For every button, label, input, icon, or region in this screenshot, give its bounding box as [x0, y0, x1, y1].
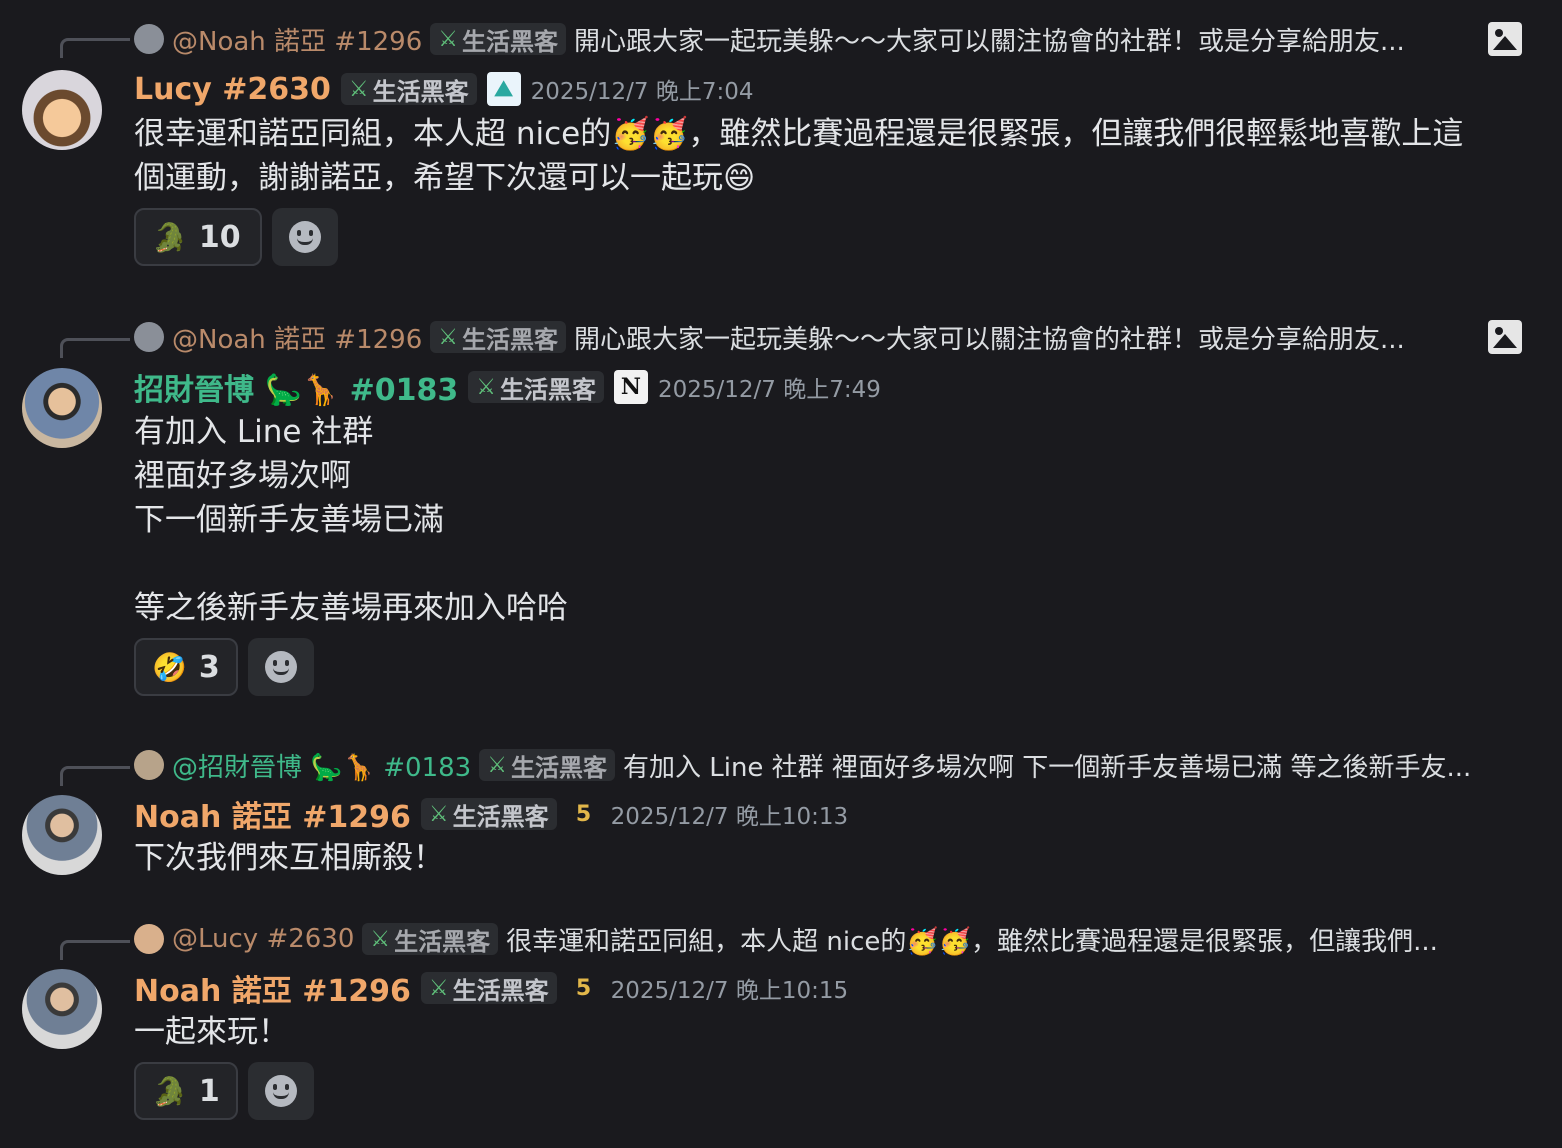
reaction-count: 10 — [198, 219, 241, 255]
wizard-badge-icon: 5 — [575, 975, 592, 1001]
author-name[interactable]: Noah 諾亞 #1296 — [134, 792, 411, 836]
reply-author[interactable]: @Noah 諾亞 #1296 — [172, 320, 422, 355]
reply-text[interactable]: 很幸運和諾亞同組，本人超 nice的🥳🥳，雖然比賽過程還是很緊張，但讓我們... — [506, 922, 1522, 957]
reply-role-tag: ⚔ 生活黑客 — [430, 321, 566, 354]
sword-icon: ⚔ — [438, 324, 458, 350]
avatar[interactable] — [22, 969, 102, 1049]
reply-text[interactable]: 開心跟大家一起玩美躲～～大家可以關注協會的社群！或是分享給朋友... — [574, 22, 1480, 57]
reaction-emoji: 🐊 — [152, 1074, 187, 1108]
smiley-icon — [265, 651, 297, 683]
smiley-icon — [289, 221, 321, 253]
reply-author[interactable]: @Noah 諾亞 #1296 — [172, 22, 422, 57]
mountain-icon: ⛰ — [486, 72, 521, 106]
reply-role-tag: ⚔ 生活黑客 — [479, 749, 615, 782]
reply-avatar — [134, 322, 164, 352]
role-tag[interactable]: ⚔ 生活黑客 — [340, 73, 477, 106]
timestamp: 2025/12/7 晚上10:13 — [610, 804, 849, 830]
role-tag[interactable]: ⚔ 生活黑客 — [420, 972, 557, 1005]
reply-role-tag: ⚔ 生活黑客 — [430, 23, 566, 56]
image-icon — [1488, 22, 1522, 56]
image-icon — [1488, 320, 1522, 354]
sword-icon: ⚔ — [428, 801, 449, 827]
sword-icon: ⚔ — [428, 975, 449, 1001]
reply-connector — [60, 38, 130, 58]
reply-connector — [60, 338, 130, 358]
author-name[interactable]: Lucy #2630 — [134, 72, 331, 107]
reaction-emoji: 🐊 — [152, 220, 187, 254]
reaction-count: 3 — [198, 649, 220, 685]
message-body: 一起來玩！ — [134, 1014, 289, 1050]
avatar[interactable] — [22, 795, 102, 875]
reply-preview[interactable]: @招財晉博 🦕🦒 #0183 ⚔ 生活黑客 有加入 Line 社群 裡面好多場次啊… — [134, 748, 1522, 782]
sword-icon: ⚔ — [348, 76, 369, 102]
sword-icon: ⚔ — [476, 374, 496, 400]
reply-preview[interactable]: @Lucy #2630 ⚔ 生活黑客 很幸運和諾亞同組，本人超 nice的🥳🥳，雖… — [134, 922, 1522, 956]
notion-icon: N — [613, 370, 648, 404]
reaction-chip[interactable]: 🐊 10 — [134, 208, 262, 266]
smiley-icon — [265, 1075, 297, 1107]
reply-author[interactable]: @Lucy #2630 — [172, 924, 354, 954]
role-tag[interactable]: ⚔ 生活黑客 — [420, 798, 557, 831]
avatar[interactable] — [22, 368, 102, 448]
reply-text[interactable]: 有加入 Line 社群 裡面好多場次啊 下一個新手友善場已滿 等之後新手友... — [623, 748, 1522, 783]
add-reaction-button[interactable] — [248, 638, 314, 696]
sword-icon: ⚔ — [487, 752, 507, 778]
wizard-badge-icon: 5 — [575, 801, 592, 827]
role-tag[interactable]: ⚔ 生活黑客 — [468, 371, 604, 404]
author-name[interactable]: Noah 諾亞 #1296 — [134, 966, 411, 1010]
reply-connector — [60, 766, 130, 786]
reaction-chip[interactable]: 🐊 1 — [134, 1062, 238, 1120]
timestamp: 2025/12/7 晚上10:15 — [610, 978, 849, 1004]
timestamp: 2025/12/7 晚上7:49 — [657, 377, 881, 403]
timestamp: 2025/12/7 晚上7:04 — [530, 79, 754, 105]
reply-avatar — [134, 924, 164, 954]
reply-role-tag: ⚔ 生活黑客 — [362, 923, 499, 956]
sword-icon: ⚔ — [370, 926, 391, 952]
sword-icon: ⚔ — [438, 26, 458, 52]
reply-author[interactable]: @招財晉博 🦕🦒 #0183 — [172, 748, 471, 783]
message-body: 有加入 Line 社群 裡面好多場次啊 下一個新手友善場已滿 等之後新手友善場再… — [134, 414, 568, 626]
reply-preview[interactable]: @Noah 諾亞 #1296 ⚔ 生活黑客 開心跟大家一起玩美躲～～大家可以關注協… — [134, 320, 1522, 354]
avatar[interactable] — [22, 70, 102, 150]
author-name[interactable]: 招財晉博 🦕🦒 #0183 — [134, 365, 458, 409]
reaction-chip[interactable]: 🤣 3 — [134, 638, 238, 696]
reaction-count: 1 — [198, 1073, 220, 1109]
reply-preview[interactable]: @Noah 諾亞 #1296 ⚔ 生活黑客 開心跟大家一起玩美躲～～大家可以關注協… — [134, 22, 1522, 56]
reaction-emoji: 🤣 — [152, 650, 187, 684]
add-reaction-button[interactable] — [272, 208, 338, 266]
reply-avatar — [134, 24, 164, 54]
reply-text[interactable]: 開心跟大家一起玩美躲～～大家可以關注協會的社群！或是分享給朋友... — [574, 320, 1480, 355]
reply-connector — [60, 940, 130, 960]
reply-avatar — [134, 750, 164, 780]
message-body: 下次我們來互相廝殺！ — [134, 840, 444, 876]
message-body: 很幸運和諾亞同組，本人超 nice的🥳🥳，雖然比賽過程還是很緊張，但讓我們很輕鬆… — [134, 116, 1464, 196]
add-reaction-button[interactable] — [248, 1062, 314, 1120]
